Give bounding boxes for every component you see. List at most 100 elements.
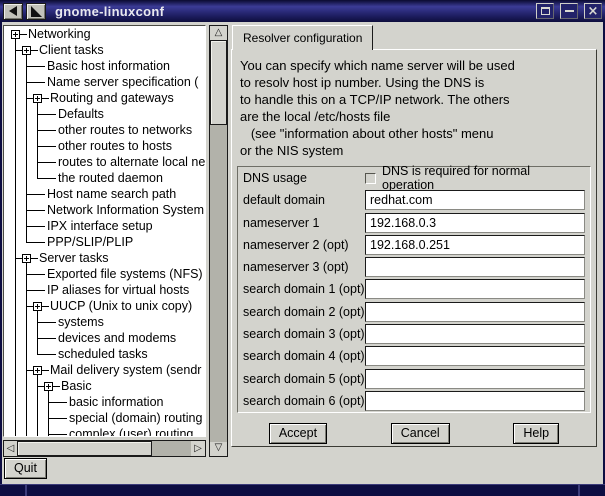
input-nameserver_2[interactable] (365, 235, 585, 255)
tree-item[interactable]: Client tasks (4, 42, 205, 58)
close-button[interactable]: × (584, 3, 602, 19)
tree-line (15, 362, 16, 378)
tree-item-label: complex (user) routing (69, 427, 193, 437)
input-search_domain_2[interactable] (365, 302, 585, 322)
form-row-nameserver_2: nameserver 2 (opt) (238, 234, 590, 256)
input-nameserver_1[interactable] (365, 213, 585, 233)
input-nameserver_3[interactable] (365, 257, 585, 277)
input-search_domain_4[interactable] (365, 346, 585, 366)
intro-text-line: or the NIS system (240, 142, 591, 159)
tree-item[interactable]: basic information (4, 394, 205, 410)
resize-grip-right[interactable] (578, 485, 580, 496)
expand-plus-icon[interactable] (33, 94, 42, 103)
tree-item[interactable]: PPP/SLIP/PLIP (4, 234, 205, 250)
tree-item[interactable]: other routes to networks (4, 122, 205, 138)
tree-item[interactable]: special (domain) routing (4, 410, 205, 426)
tree-line (38, 178, 56, 179)
tree-line (27, 274, 45, 275)
tree-line (27, 194, 45, 195)
tree-item[interactable]: UUCP (Unix to unix copy) (4, 298, 205, 314)
window-border-bottom (0, 484, 605, 496)
resize-grip-left[interactable] (25, 485, 27, 496)
tree-line (37, 394, 38, 410)
intro-text-line: to handle this on a TCP/IP network. The … (240, 91, 591, 108)
tree-item-label: the routed daemon (58, 171, 163, 185)
expand-plus-icon[interactable] (33, 302, 42, 311)
form-row-search_domain_5: search domain 5 (opt) (238, 367, 590, 389)
dns-required-checkbox[interactable] (365, 173, 376, 184)
tree-item[interactable]: systems (4, 314, 205, 330)
minimize-button[interactable] (560, 3, 578, 19)
tree-item[interactable]: Basic (4, 378, 205, 394)
input-default_domain[interactable] (365, 190, 585, 210)
scroll-down-icon[interactable]: ▽ (210, 442, 227, 456)
input-search_domain_6[interactable] (365, 391, 585, 411)
tree-item[interactable]: complex (user) routing (4, 426, 205, 437)
tree-item[interactable]: Defaults (4, 106, 205, 122)
horizontal-scroll-thumb[interactable] (17, 441, 152, 456)
tree-item-label: Basic (61, 379, 92, 393)
window-title: gnome-linuxconf (55, 4, 164, 19)
form-row-search_domain_4: search domain 4 (opt) (238, 345, 590, 367)
intro-text-line: to resolv host ip number. Using the DNS … (240, 74, 591, 91)
tree-line (27, 66, 45, 67)
form-row-dns_usage: DNS usageDNS is required for normal oper… (238, 167, 590, 189)
scroll-left-icon[interactable]: ◁ (4, 441, 17, 456)
tree-line (27, 242, 45, 243)
tree-line (15, 202, 16, 218)
window-menu-button[interactable] (3, 3, 23, 20)
cancel-button[interactable]: Cancel (391, 423, 450, 444)
expand-plus-icon[interactable] (44, 382, 53, 391)
tree-line (38, 146, 56, 147)
tree-line (38, 338, 56, 339)
tree-horizontal-scrollbar[interactable]: ◁ ▷ (3, 440, 206, 457)
tree-line (26, 330, 27, 346)
tree-item[interactable]: Routing and gateways (4, 90, 205, 106)
maximize-button[interactable] (536, 3, 554, 19)
shade-button[interactable] (26, 3, 46, 20)
tree-item[interactable]: Networking (4, 26, 205, 42)
scroll-right-icon[interactable]: ▷ (191, 441, 205, 456)
tab-resolver-configuration[interactable]: Resolver configuration (232, 25, 373, 50)
tree-item[interactable]: Name server specification ( (4, 74, 205, 90)
expand-plus-icon[interactable] (33, 366, 42, 375)
tree-item[interactable]: devices and modems (4, 330, 205, 346)
quit-button[interactable]: Quit (4, 458, 47, 479)
tree-line (27, 290, 45, 291)
tree-item[interactable]: IP aliases for virtual hosts (4, 282, 205, 298)
expand-plus-icon[interactable] (11, 30, 20, 39)
tree-item[interactable]: the routed daemon (4, 170, 205, 186)
tree-line (15, 346, 16, 362)
input-search_domain_1[interactable] (365, 279, 585, 299)
tree-item-label: Host name search path (47, 187, 176, 201)
tree-item[interactable]: Network Information System (4, 202, 205, 218)
window-border-left (0, 22, 2, 484)
tree-item-label: Defaults (58, 107, 104, 121)
intro-text-line: are the local /etc/hosts file (240, 108, 591, 125)
tree-item[interactable]: Host name search path (4, 186, 205, 202)
tree-item[interactable]: routes to alternate local ne (4, 154, 205, 170)
tree-item-label: Server tasks (39, 251, 108, 265)
tree-item[interactable]: Mail delivery system (sendr (4, 362, 205, 378)
expand-plus-icon[interactable] (22, 254, 31, 263)
tree-item-label: special (domain) routing (69, 411, 202, 425)
tree-line (26, 378, 27, 394)
input-search_domain_3[interactable] (365, 324, 585, 344)
tree-vertical-scrollbar[interactable]: △ ▽ (209, 25, 228, 457)
tree-item[interactable]: other routes to hosts (4, 138, 205, 154)
expand-plus-icon[interactable] (22, 46, 31, 55)
vertical-scroll-thumb[interactable] (210, 40, 227, 125)
tree-item[interactable]: Basic host information (4, 58, 205, 74)
scroll-up-icon[interactable]: △ (210, 26, 227, 40)
tree-item-label: scheduled tasks (58, 347, 148, 361)
tree-item[interactable]: Exported file systems (NFS) (4, 266, 205, 282)
tree-line (15, 106, 16, 122)
tree-line (15, 186, 16, 202)
tree-item[interactable]: scheduled tasks (4, 346, 205, 362)
accept-button[interactable]: Accept (269, 423, 327, 444)
help-button[interactable]: Help (513, 423, 559, 444)
tree-item[interactable]: Server tasks (4, 250, 205, 266)
input-search_domain_5[interactable] (365, 369, 585, 389)
tree-item[interactable]: IPX interface setup (4, 218, 205, 234)
tree-item-label: UUCP (Unix to unix copy) (50, 299, 192, 313)
